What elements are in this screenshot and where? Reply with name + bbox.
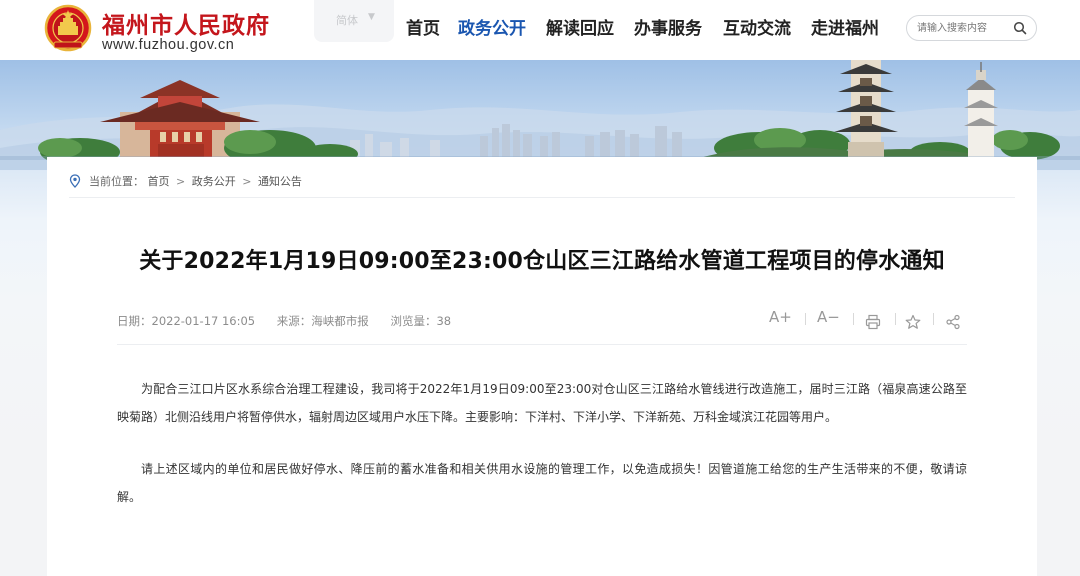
article-title: 关于2022年1月19日09:00至23:00仓山区三江路给水管道工程项目的停水… — [139, 249, 945, 274]
share-icon[interactable] — [945, 311, 961, 333]
nav-item-government-affairs[interactable]: 政务公开 — [458, 14, 526, 39]
nav-item-home[interactable]: 首页 — [406, 14, 440, 39]
site-url: www.fuzhou.gov.cn — [102, 37, 235, 53]
tool-divider — [805, 313, 806, 325]
breadcrumb-government-affairs[interactable]: 政务公开 — [192, 175, 236, 188]
language-select-value: 简体 — [336, 14, 358, 27]
font-increase-button[interactable]: A+ — [769, 308, 792, 330]
breadcrumb-notices[interactable]: 通知公告 — [258, 175, 302, 188]
nav-item-about-fuzhou[interactable]: 走进福州 — [811, 14, 879, 39]
tool-divider — [853, 313, 854, 325]
article-card: 当前位置： 首页 > 政务公开 > 通知公告 关于2022年1月19日09:00… — [47, 157, 1037, 576]
location-pin-icon — [69, 174, 81, 188]
article-source: 来源：海峡都市报 — [276, 314, 369, 328]
meta-divider — [117, 344, 967, 345]
search-input[interactable] — [917, 20, 1007, 36]
search-icon[interactable] — [1013, 21, 1027, 35]
publish-date: 日期：2022-01-17 16:05 — [117, 314, 256, 328]
tool-divider — [933, 313, 934, 325]
site-name: 福州市人民政府 — [102, 12, 270, 39]
star-icon[interactable] — [905, 311, 921, 333]
view-count: 浏览量：38 — [390, 314, 452, 328]
breadcrumb-label: 当前位置： — [89, 175, 144, 188]
article-paragraph: 为配合三江口片区水系综合治理工程建设，我司将于2022年1月19日09:00至2… — [117, 382, 967, 424]
nav-item-interaction[interactable]: 互动交流 — [723, 14, 791, 39]
breadcrumb-home[interactable]: 首页 — [148, 175, 170, 188]
nav-item-interpretation[interactable]: 解读回应 — [546, 14, 614, 39]
chevron-down-icon: ▼ — [368, 12, 375, 22]
article-paragraph: 请上述区域内的单位和居民做好停水、降压前的蓄水准备和相关供用水设施的管理工作，以… — [117, 462, 967, 504]
national-emblem-icon — [44, 4, 92, 52]
nav-item-services[interactable]: 办事服务 — [634, 14, 702, 39]
breadcrumb-divider — [69, 197, 1015, 198]
font-decrease-button[interactable]: A− — [817, 308, 840, 330]
breadcrumb-separator: > — [176, 175, 186, 188]
language-select[interactable]: 简体 ▼ — [314, 0, 394, 42]
article-meta: 日期：2022-01-17 16:05 来源：海峡都市报 浏览量：38 — [117, 313, 469, 329]
tool-divider — [895, 313, 896, 325]
site-header: 福州市人民政府 www.fuzhou.gov.cn 简体 ▼ 首页 政务公开 解… — [0, 0, 1080, 60]
print-icon[interactable] — [865, 311, 881, 333]
search-box — [906, 15, 1037, 41]
breadcrumb-separator: > — [242, 175, 252, 188]
article-body: 为配合三江口片区水系综合治理工程建设，我司将于2022年1月19日09:00至2… — [117, 375, 967, 535]
site-logo[interactable]: 福州市人民政府 www.fuzhou.gov.cn — [44, 4, 344, 56]
